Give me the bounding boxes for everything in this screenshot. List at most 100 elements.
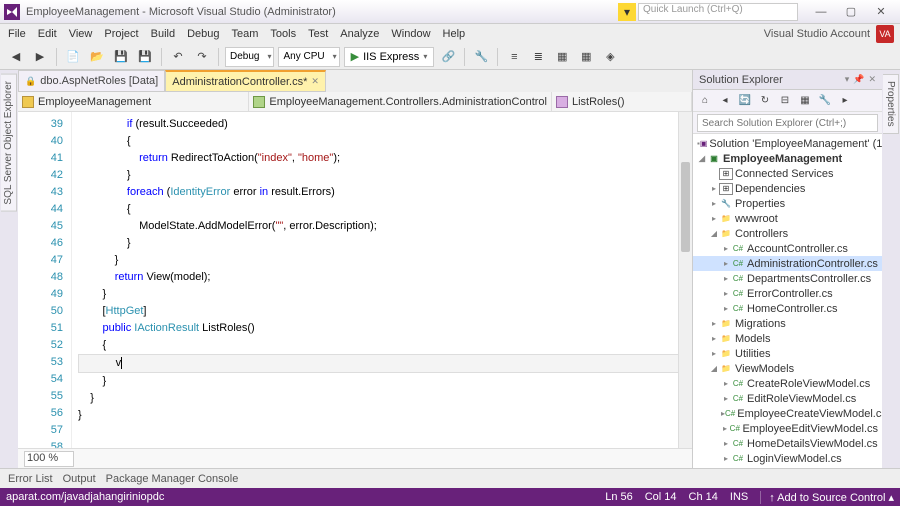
tree-node[interactable]: ▸📁Models [693,331,882,346]
tree-node[interactable]: ⊞Connected Services [693,166,882,181]
sol-back-button[interactable]: ◂ [717,93,733,109]
tree-twisty-icon[interactable]: ▸ [721,304,731,313]
bottom-tab[interactable]: Output [63,473,96,485]
panel-dropdown-icon[interactable]: ▾ [845,74,850,85]
tree-node[interactable]: ▪▣Solution 'EmployeeManagement' (1 pro [693,136,882,151]
zoom-combo[interactable]: 100 % [24,451,74,467]
vscrollbar[interactable] [678,112,692,448]
panel-close-icon[interactable]: ✕ [868,74,876,85]
nav-fwd-button[interactable]: ▶ [30,47,50,67]
menu-test[interactable]: Test [308,28,328,40]
menu-window[interactable]: Window [391,28,430,40]
tree-node[interactable]: ▸C#DepartmentsController.cs [693,271,882,286]
add-source-control[interactable]: ↑ Add to Source Control ▴ [760,491,894,504]
save-button[interactable]: 💾 [111,47,131,67]
sol-home-button[interactable]: ⌂ [697,93,713,109]
tree-node[interactable]: ▸C#AdministrationController.cs [693,256,882,271]
nav-project[interactable]: EmployeeManagement [18,92,249,111]
sql-explorer-tab[interactable]: SQL Server Object Explorer [1,74,17,212]
solution-search-input[interactable] [697,114,878,132]
tree-twisty-icon[interactable]: ▸ [721,259,731,268]
tree-node[interactable]: ◢▣EmployeeManagement [693,151,882,166]
maximize-button[interactable]: ▢ [836,2,866,22]
tree-twisty-icon[interactable]: ▸ [709,214,719,223]
account-label[interactable]: Visual Studio Account [764,28,870,40]
format-button2[interactable]: ≣ [528,47,548,67]
menu-edit[interactable]: Edit [38,28,57,40]
tree-twisty-icon[interactable]: ▸ [721,274,731,283]
close-button[interactable]: ✕ [866,2,896,22]
tree-node[interactable]: ▸C#EmployeeEditViewModel.cs [693,421,882,436]
tree-twisty-icon[interactable]: ▸ [709,199,719,208]
tree-twisty-icon[interactable]: ▸ [721,424,729,433]
bottom-tab[interactable]: Error List [8,473,53,485]
doctab[interactable]: AdministrationController.cs*✕ [165,70,326,92]
tree-node[interactable]: ◢📁Controllers [693,226,882,241]
tree-node[interactable]: ▸🔧Properties [693,196,882,211]
tree-node[interactable]: ▸C#EmployeeCreateViewModel.cs [693,406,882,421]
notification-icon[interactable]: ▾ [618,3,636,21]
new-project-button[interactable]: 📄 [63,47,83,67]
menu-team[interactable]: Team [232,28,259,40]
solution-tree[interactable]: ▪▣Solution 'EmployeeManagement' (1 pro◢▣… [693,134,882,468]
config-combo[interactable]: Debug [225,47,274,67]
tree-node[interactable]: ▸C#HomeController.cs [693,301,882,316]
menu-project[interactable]: Project [104,28,138,40]
menu-file[interactable]: File [8,28,26,40]
start-debug-button[interactable]: ▶IIS Express▾ [344,47,435,67]
menu-debug[interactable]: Debug [187,28,219,40]
uncomment-button[interactable]: ▦ [576,47,596,67]
bookmark-button[interactable]: ◈ [600,47,620,67]
tree-twisty-icon[interactable]: ◢ [697,154,707,163]
open-button[interactable]: 📂 [87,47,107,67]
tree-twisty-icon[interactable]: ▸ [709,184,719,193]
tree-node[interactable]: ◢📁ViewModels [693,361,882,376]
menu-help[interactable]: Help [443,28,466,40]
tree-twisty-icon[interactable]: ▸ [721,394,731,403]
menu-view[interactable]: View [69,28,93,40]
tree-node[interactable]: ▸📁wwwroot [693,211,882,226]
nav-member[interactable]: ListRoles() [552,92,692,111]
tree-twisty-icon[interactable]: ◢ [709,229,719,238]
platform-combo[interactable]: Any CPU [278,47,339,67]
tree-twisty-icon[interactable]: ▸ [721,454,731,463]
menu-tools[interactable]: Tools [270,28,296,40]
format-button1[interactable]: ≡ [504,47,524,67]
nav-back-button[interactable]: ◀ [6,47,26,67]
sol-refresh-button[interactable]: ↻ [757,93,773,109]
code-content[interactable]: if (result.Succeeded) { return RedirectT… [72,112,692,448]
tree-node[interactable]: ▸C#HomeDetailsViewModel.cs [693,436,882,451]
browser-link-button[interactable]: 🔗 [438,47,458,67]
toolbox-button[interactable]: 🔧 [471,47,491,67]
tree-node[interactable]: ▸C#RegisterViewModel.cs [693,466,882,468]
sol-preview-button[interactable]: ▸ [837,93,853,109]
tree-twisty-icon[interactable]: ▸ [721,289,731,298]
sol-collapse-button[interactable]: ⊟ [777,93,793,109]
avatar[interactable]: VA [876,25,894,43]
tree-node[interactable]: ▸C#LoginViewModel.cs [693,451,882,466]
tree-node[interactable]: ▸C#EditRoleViewModel.cs [693,391,882,406]
tree-twisty-icon[interactable]: ▸ [709,334,719,343]
tree-node[interactable]: ▸⊞Dependencies [693,181,882,196]
close-icon[interactable]: ✕ [311,76,319,87]
tree-node[interactable]: ▸C#AccountController.cs [693,241,882,256]
tree-node[interactable]: ▸C#CreateRoleViewModel.cs [693,376,882,391]
sol-properties-button[interactable]: 🔧 [817,93,833,109]
tree-node[interactable]: ▸📁Migrations [693,316,882,331]
sol-sync-button[interactable]: 🔄 [737,93,753,109]
tree-twisty-icon[interactable]: ▸ [709,349,719,358]
redo-button[interactable]: ↷ [192,47,212,67]
menu-build[interactable]: Build [151,28,175,40]
undo-button[interactable]: ↶ [168,47,188,67]
minimize-button[interactable]: — [806,2,836,22]
doctab[interactable]: 🔒dbo.AspNetRoles [Data] [18,70,165,92]
panel-pin-icon[interactable]: 📌 [853,74,864,85]
bottom-tab[interactable]: Package Manager Console [106,473,239,485]
tree-twisty-icon[interactable]: ▸ [709,319,719,328]
tree-twisty-icon[interactable]: ▸ [721,379,731,388]
tree-twisty-icon[interactable]: ◢ [709,364,719,373]
tree-node[interactable]: ▸C#ErrorController.cs [693,286,882,301]
code-editor[interactable]: 3940414243444546474849505152535455565758… [18,112,692,448]
tree-twisty-icon[interactable]: ▸ [721,439,731,448]
nav-class[interactable]: EmployeeManagement.Controllers.Administr… [249,92,552,111]
